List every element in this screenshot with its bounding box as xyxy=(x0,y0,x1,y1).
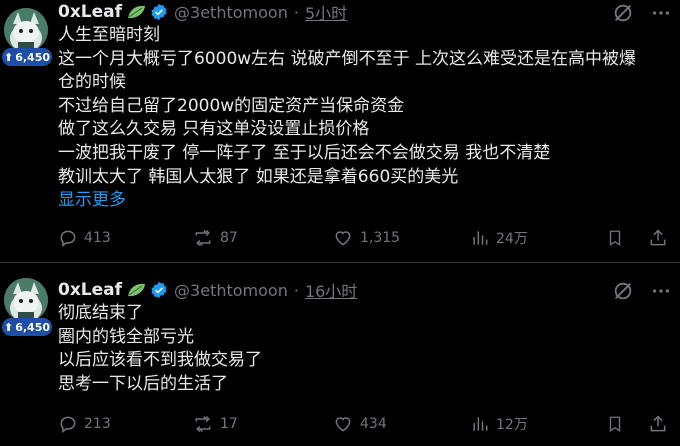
views-button[interactable]: 24万 xyxy=(470,228,528,248)
share-icon[interactable] xyxy=(648,414,668,434)
reply-icon xyxy=(58,228,78,248)
like-count: 1,315 xyxy=(360,230,401,246)
tweet-text: 人生至暗时刻 这一个月大概亏了6000w左右 说破产倒不至于 上次这么难受还是在… xyxy=(58,24,668,213)
leaf-icon xyxy=(126,282,146,298)
arrow-up-icon: ⬆ xyxy=(3,50,14,64)
badge-count: 6,450 xyxy=(15,320,50,334)
repost-button[interactable]: 17 xyxy=(192,414,238,434)
show-more-link[interactable]: 显示更多 xyxy=(58,189,668,213)
author-name[interactable]: 0xLeaf xyxy=(58,280,122,300)
heart-icon xyxy=(332,228,354,248)
tweet-line: 仓的时候 xyxy=(58,72,126,93)
avatar-image xyxy=(4,8,48,52)
tweet-line: 一波把我干废了 停一阵子了 至于以后还会不会做交易 我也不清楚 xyxy=(58,142,551,163)
avatar[interactable] xyxy=(4,278,48,322)
grok-icon[interactable] xyxy=(612,2,634,24)
follower-badge: ⬆ 6,450 xyxy=(2,318,52,336)
repost-icon xyxy=(192,414,214,434)
tweet-line: 思考一下以后的生活了 xyxy=(58,373,228,394)
timestamp[interactable]: 5小时 xyxy=(305,0,347,24)
grok-icon[interactable] xyxy=(612,280,634,302)
views-button[interactable]: 12万 xyxy=(470,414,528,434)
views-count: 12万 xyxy=(496,417,528,433)
avatar-container[interactable]: ⬆ 6,450 xyxy=(2,8,52,66)
tweet-header: 0xLeaf @3ethtomoon · 5小时 xyxy=(58,0,347,24)
share-icon[interactable] xyxy=(648,228,668,248)
views-count: 24万 xyxy=(496,231,528,247)
tweet-line: 圈内的钱全部亏光 xyxy=(58,326,194,347)
tweet[interactable]: ⬆ 6,450 0xLeaf @3ethtomoon · 16小时 彻底结束了 … xyxy=(0,262,680,446)
reply-count: 213 xyxy=(84,416,111,432)
separator: · xyxy=(293,280,299,300)
tweet-line: 不过给自己留了2000w的固定资产当保命资金 xyxy=(58,95,405,116)
tweet-text: 彻底结束了 圈内的钱全部亏光 以后应该看不到我做交易了 思考一下以后的生活了 xyxy=(58,302,668,396)
more-icon[interactable] xyxy=(650,280,672,302)
repost-count: 87 xyxy=(220,230,238,246)
tweet[interactable]: ⬆ 6,450 0xLeaf @3ethtomoon · 5小时 人生至暗时刻 … xyxy=(0,0,680,262)
bookmark-icon[interactable] xyxy=(606,228,624,248)
avatar-image xyxy=(4,278,48,322)
views-icon xyxy=(470,414,490,434)
reply-count: 413 xyxy=(84,230,111,246)
action-bar: 213 17 434 12万 xyxy=(58,414,668,436)
verified-icon[interactable] xyxy=(150,3,168,21)
avatar-container[interactable]: ⬆ 6,450 xyxy=(2,278,52,336)
reply-icon xyxy=(58,414,78,434)
repost-icon xyxy=(192,228,214,248)
repost-button[interactable]: 87 xyxy=(192,228,238,248)
reply-button[interactable]: 413 xyxy=(58,228,111,248)
like-button[interactable]: 1,315 xyxy=(332,228,400,248)
arrow-up-icon: ⬆ xyxy=(3,320,14,334)
tweet-line: 教训太大了 韩国人太狠了 如果还是拿着660买的美光 xyxy=(58,166,459,187)
author-name[interactable]: 0xLeaf xyxy=(58,2,122,22)
like-button[interactable]: 434 xyxy=(332,414,387,434)
badge-count: 6,450 xyxy=(15,50,50,64)
tweet-header: 0xLeaf @3ethtomoon · 16小时 xyxy=(58,278,357,302)
author-handle[interactable]: @3ethtomoon xyxy=(174,281,288,300)
tweet-line: 彻底结束了 xyxy=(58,303,143,323)
views-icon xyxy=(470,228,490,248)
bookmark-icon[interactable] xyxy=(606,414,624,434)
leaf-icon xyxy=(126,4,146,20)
tweet-line: 做了这么久交易 只有这单没设置止损价格 xyxy=(58,119,370,140)
tweet-line: 以后应该看不到我做交易了 xyxy=(58,350,262,371)
follower-badge: ⬆ 6,450 xyxy=(2,48,52,66)
more-icon[interactable] xyxy=(650,2,672,24)
repost-count: 17 xyxy=(220,416,238,432)
heart-icon xyxy=(332,414,354,434)
action-bar: 413 87 1,315 24万 xyxy=(58,228,668,250)
tweet-line: 人生至暗时刻 xyxy=(58,25,160,45)
separator: · xyxy=(293,2,299,22)
verified-icon[interactable] xyxy=(150,281,168,299)
tweet-line: 这一个月大概亏了6000w左右 说破产倒不至于 上次这么难受还是在高中被爆 xyxy=(58,48,636,69)
like-count: 434 xyxy=(360,416,387,432)
avatar[interactable] xyxy=(4,8,48,52)
author-handle[interactable]: @3ethtomoon xyxy=(174,3,288,22)
timestamp[interactable]: 16小时 xyxy=(305,278,357,302)
reply-button[interactable]: 213 xyxy=(58,414,111,434)
